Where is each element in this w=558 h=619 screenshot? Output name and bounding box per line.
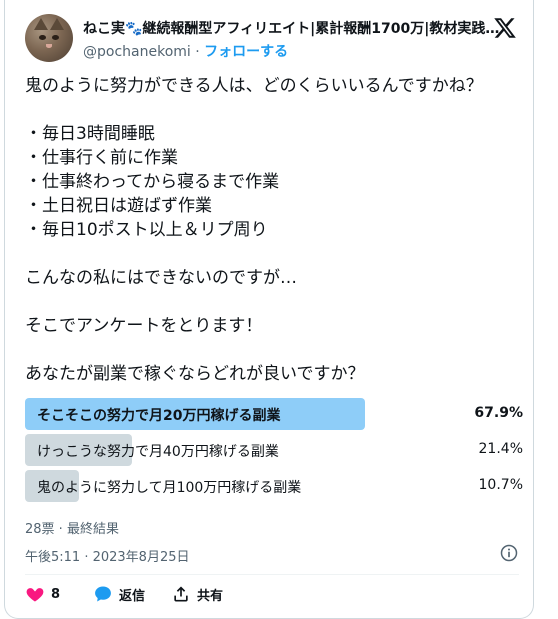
poll-option: 鬼のように努力して月100万円稼げる副業 10.7% bbox=[25, 470, 525, 502]
tweet-timestamp[interactable]: 午後5:11 · 2023年8月25日 bbox=[25, 546, 190, 565]
reply-button[interactable]: 返信 bbox=[93, 584, 145, 604]
heart-icon bbox=[26, 588, 44, 602]
divider bbox=[25, 574, 519, 575]
separator-dot: · bbox=[195, 44, 200, 60]
poll-meta: 28票 · 最終結果 bbox=[25, 522, 119, 537]
author-name[interactable]: ねこ実🐾継続報酬型アフィリエイト|累計報酬1700万|教材実践者... bbox=[83, 18, 513, 38]
like-count: 8 bbox=[51, 586, 61, 602]
tweet-card: ねこ実🐾継続報酬型アフィリエイト|累計報酬1700万|教材実践者... @poc… bbox=[4, 0, 534, 619]
reply-label: 返信 bbox=[119, 588, 146, 604]
author-handle-row: @pochanekomi · フォローする bbox=[83, 41, 288, 61]
poll-option: そこそこの努力で月20万円稼げる副業 67.9% bbox=[25, 398, 525, 430]
share-icon bbox=[174, 586, 188, 602]
avatar[interactable] bbox=[25, 14, 73, 62]
author-handle[interactable]: @pochanekomi bbox=[83, 44, 191, 60]
x-logo-icon[interactable] bbox=[493, 16, 517, 40]
poll-option-label: 鬼のように努力して月100万円稼げる副業 bbox=[37, 480, 302, 496]
follow-button[interactable]: フォローする bbox=[204, 44, 288, 60]
poll-option-label: そこそこの努力で月20万円稼げる副業 bbox=[37, 408, 281, 424]
poll: そこそこの努力で月20万円稼げる副業 67.9% けっこうな努力で月40万円稼げる副… bbox=[25, 398, 525, 506]
poll-option: けっこうな努力で月40万円稼げる副業 21.4% bbox=[25, 434, 525, 466]
poll-option-label: けっこうな努力で月40万円稼げる副業 bbox=[37, 444, 279, 460]
speech-bubble-icon bbox=[95, 586, 111, 602]
poll-option-percent: 10.7% bbox=[478, 477, 523, 493]
like-button[interactable]: 8 bbox=[25, 584, 60, 604]
tweet-text: 鬼のように努力ができる人は、どのくらいいるんですかね？ ・毎日3時間睡眠 ・仕事… bbox=[25, 76, 483, 384]
poll-option-percent: 21.4% bbox=[478, 441, 523, 457]
poll-option-percent: 67.9% bbox=[474, 405, 523, 421]
share-button[interactable]: 共有 bbox=[171, 584, 223, 604]
tweet-header: ねこ実🐾継続報酬型アフィリエイト|累計報酬1700万|教材実践者... @poc… bbox=[25, 14, 519, 64]
info-icon[interactable] bbox=[499, 543, 519, 563]
share-label: 共有 bbox=[197, 588, 224, 604]
